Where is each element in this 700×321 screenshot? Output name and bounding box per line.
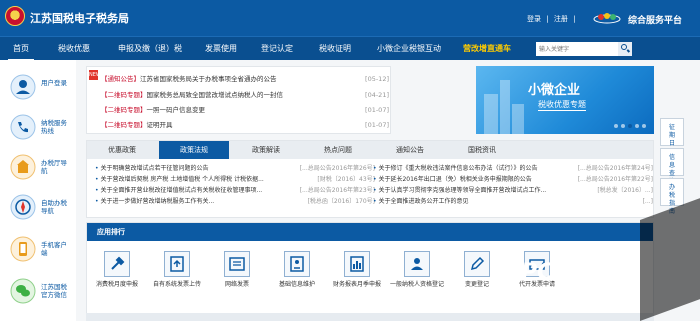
carousel-dot[interactable]	[635, 124, 639, 128]
search-input[interactable]	[536, 42, 618, 56]
carousel-dot[interactable]	[642, 124, 646, 128]
register-link[interactable]: 注册	[554, 15, 568, 23]
tab-bar: 优惠政策 政策法规 政策解读 热点问题 通知公告 国税资讯	[87, 141, 653, 159]
app-invoice-upload[interactable]: 自有系统发票上传	[147, 251, 207, 289]
nav-item-vat-reform[interactable]: 营改增直通车	[459, 37, 515, 61]
info-icon	[284, 251, 310, 277]
new-badge: NEW	[89, 70, 101, 80]
tab-hot-issues[interactable]: 热点问题	[303, 141, 373, 159]
building-icon	[10, 154, 36, 180]
news-row[interactable]: 关于进一步做好营改增纳税服务工作有关...[税总函〔2016〕170号]	[95, 196, 375, 207]
news-row[interactable]: 关于全面推进政务公开工作的意见[...]	[373, 196, 653, 207]
nav-item-declaration[interactable]: 申报及缴（退）税	[113, 37, 187, 61]
notice-item[interactable]: 【二维码专题】证明开具 [01-07]	[101, 119, 389, 131]
tab-announcements[interactable]: 通知公告	[375, 141, 445, 159]
sidebar-item-label: 办税厅导航	[41, 159, 67, 175]
sidebar-item-label: 自助办税导航	[41, 199, 67, 215]
nav-item-registration[interactable]: 登记认定	[257, 37, 297, 61]
news-row[interactable]: 关于认真学习贯彻李克强总理等领导全面推开营改增试点工作...[税总发〔2016〕…	[373, 185, 653, 196]
sidebar-item-mobile-client[interactable]: 手机客户端	[10, 232, 76, 266]
banner-subtitle: 税收优惠专题	[538, 100, 586, 111]
platform-title[interactable]: 综合服务平台	[628, 13, 682, 26]
carousel-dot[interactable]	[628, 124, 632, 128]
app-general-taxpayer[interactable]: 一般纳税人资格登记	[387, 251, 447, 289]
tax-calendar-button[interactable]: 征期日历	[660, 118, 684, 155]
tax-emblem-icon	[5, 6, 25, 26]
link-separator: |	[546, 15, 549, 23]
platform-logo-icon	[593, 13, 621, 24]
sidebar-item-hall-nav[interactable]: 办税厅导航	[10, 150, 76, 184]
notice-panel: NEW 【通知公告】江苏省国家税务局关于办税事项全省通办的公告 [05-12] …	[86, 66, 391, 134]
app-basic-info[interactable]: 基础信息维护	[267, 251, 327, 289]
news-row[interactable]: 关于修订《重大税收违法案件信息公布办法（试行）》的公告[...总局公告2016年…	[373, 163, 653, 174]
app-consumption-tax[interactable]: 消费税月度申报	[87, 251, 147, 289]
nav-item-bank-tax[interactable]: 小微企业税银互动	[369, 37, 449, 61]
news-row[interactable]: 关于明确营改增试点若干征管问题的公告[...总局公告2016年第26号]	[95, 163, 375, 174]
nav-item-home[interactable]: 首页	[8, 37, 34, 61]
policy-tabs-panel: 优惠政策 政策法规 政策解读 热点问题 通知公告 国税资讯 关于明确营改增试点若…	[86, 140, 654, 218]
app-financial-report[interactable]: 财务报表月季申报	[327, 251, 387, 289]
site-header: 江苏国税电子税务局 登录 | 注册 | 综合服务平台	[0, 0, 700, 36]
notice-item[interactable]: 【通知公告】江苏省国家税务局关于办税事项全省通办的公告 [05-12]	[101, 73, 389, 85]
sidebar-item-label: 江苏国税官方微信	[41, 283, 67, 299]
phone-icon	[10, 114, 36, 140]
sidebar-item-wechat[interactable]: 江苏国税官方微信	[10, 274, 76, 308]
tab-tax-news[interactable]: 国税资讯	[447, 141, 517, 159]
tab-policy-regulations[interactable]: 政策法规	[159, 141, 229, 159]
main-nav: 首页 税收优惠 申报及缴（退）税 发票使用 登记认定 税收证明 小微企业税银互动…	[0, 36, 700, 61]
edit-icon	[464, 251, 490, 277]
wechat-icon	[10, 278, 36, 304]
search-button[interactable]	[618, 42, 632, 56]
info-query-button[interactable]: 信息查询	[660, 148, 684, 185]
nav-item-tax-certificate[interactable]: 税收证明	[315, 37, 355, 61]
tool-icon	[104, 251, 130, 277]
nav-item-tax-preferences[interactable]: 税收优惠	[52, 37, 96, 61]
watermark-subtitle: 太平洋电脑网	[519, 291, 615, 307]
news-row[interactable]: 关于营改增后契税 房产税 土地增值税 个人所得税 计税依据...[财税〔2016…	[95, 174, 375, 185]
tab-policy-interpretation[interactable]: 政策解读	[231, 141, 301, 159]
report-icon	[344, 251, 370, 277]
carousel-dot[interactable]	[621, 124, 625, 128]
top-links: 登录 | 注册 |	[527, 14, 578, 24]
sidebar-item-hotline[interactable]: 纳税服务热线	[10, 110, 76, 144]
app-change-registration[interactable]: 变更登记	[447, 251, 507, 289]
news-row[interactable]: 关于延长2016年出口退（免）税相关业务申报期限的公告[...总局公告2016年…	[373, 174, 653, 185]
sidebar-item-label: 手机客户端	[41, 241, 67, 257]
notice-item[interactable]: 【二维码专题】国家税务总局致全国营改增试点纳税人的一封信 [04-21]	[101, 89, 389, 101]
mobile-icon	[10, 236, 36, 262]
carousel-dots[interactable]	[611, 122, 646, 130]
news-list-right: 关于修订《重大税收违法案件信息公布办法（试行）》的公告[...总局公告2016年…	[373, 163, 653, 207]
site-title[interactable]: 江苏国税电子税务局	[30, 10, 129, 26]
app-online-invoice[interactable]: 网络发票	[207, 251, 267, 289]
left-sidebar: 用户登录 纳税服务热线 办税厅导航 自助办税导航 手机客户端 江苏国税官方微信	[0, 60, 76, 321]
carousel-dot[interactable]	[614, 124, 618, 128]
notice-item[interactable]: 【二维码专题】一照一码户信息变更 [01-07]	[101, 104, 389, 116]
news-row[interactable]: 关于全面推开营业税改征增值税试点有关税收征收管理事项...[...总局公告201…	[95, 185, 375, 196]
link-separator: |	[573, 15, 576, 23]
sidebar-item-label: 纳税服务热线	[41, 119, 67, 135]
app-ranking-header: 应用排行	[87, 223, 653, 241]
sidebar-item-label: 用户登录	[41, 79, 67, 87]
promo-banner[interactable]: 小微企业 税收优惠专题	[476, 66, 654, 134]
building-shape	[512, 104, 524, 134]
building-shape	[484, 94, 498, 134]
tax-guide-button[interactable]: 办税指南	[660, 178, 684, 215]
compass-icon	[10, 194, 36, 220]
invoice-icon	[224, 251, 250, 277]
app-ranking-title: 应用排行	[97, 228, 125, 236]
sidebar-item-self-service-nav[interactable]: 自助办税导航	[10, 190, 76, 224]
search-icon	[621, 44, 627, 50]
building-shape	[500, 80, 510, 134]
news-list-left: 关于明确营改增试点若干征管问题的公告[...总局公告2016年第26号] 关于营…	[95, 163, 375, 207]
nav-item-invoice[interactable]: 发票使用	[201, 37, 241, 61]
person-icon	[404, 251, 430, 277]
upload-icon	[164, 251, 190, 277]
pconline-watermark: PConline 太平洋电脑网	[513, 256, 693, 316]
banner-title: 小微企业	[528, 83, 581, 98]
user-icon	[10, 74, 36, 100]
sidebar-item-login[interactable]: 用户登录	[10, 70, 76, 104]
watermark-brand: PConline	[521, 260, 630, 285]
login-link[interactable]: 登录	[527, 15, 541, 23]
tab-preferential-policy[interactable]: 优惠政策	[87, 141, 157, 159]
